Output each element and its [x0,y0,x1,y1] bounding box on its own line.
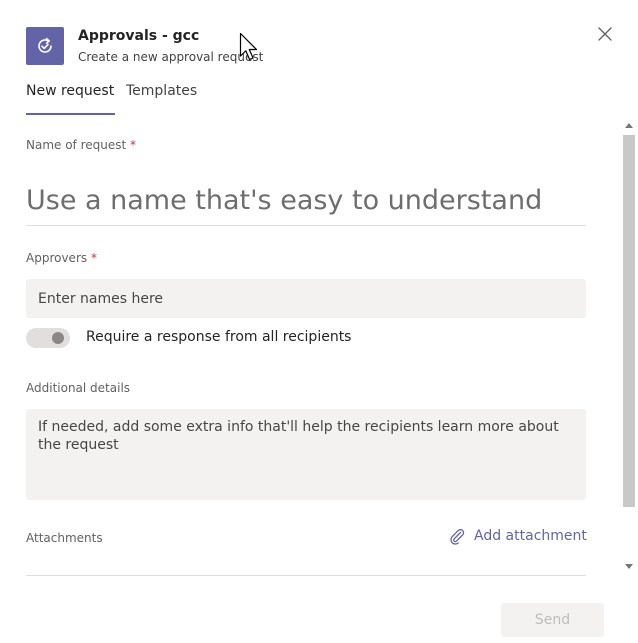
attachments-divider [26,575,586,576]
details-label: Additional details [26,381,131,395]
scroll-up-arrow[interactable] [621,118,637,132]
close-button[interactable] [595,24,615,44]
app-subtitle: Create a new approval request [78,50,264,64]
additional-details-input[interactable] [26,409,586,500]
required-mark: * [90,251,97,265]
mouse-cursor-icon [239,32,258,61]
close-icon [598,27,612,41]
approvers-label-text: Approvers [26,251,88,265]
request-name-input[interactable] [26,176,586,226]
send-button[interactable]: Send [501,603,604,637]
attachments-label: Attachments [26,531,103,545]
approvals-icon [26,27,64,65]
approvals-dialog: Approvals - gcc Create a new approval re… [0,0,638,643]
caret-up-icon [625,123,633,128]
scroll-down-arrow[interactable] [621,560,637,574]
name-label-text: Name of request [26,138,127,152]
paperclip-icon [450,529,465,545]
approvers-input[interactable] [26,279,586,318]
require-all-toggle[interactable] [26,328,70,348]
scroll-thumb[interactable] [623,135,635,507]
caret-down-icon [625,564,633,569]
app-title: Approvals - gcc [78,28,200,44]
add-attachment-label: Add attachment [474,528,587,544]
required-mark: * [130,138,137,152]
add-attachment-button[interactable]: Add attachment [448,527,587,545]
approvers-label: Approvers * [26,251,97,265]
active-tab-indicator [26,113,115,115]
toggle-knob [52,332,64,344]
name-label: Name of request * [26,138,136,152]
form-scroll-area: Name of request * Approvers * Require a … [0,118,620,576]
tab-templates[interactable]: Templates [126,83,197,99]
require-all-label: Require a response from all recipients [86,329,352,345]
vertical-scrollbar[interactable] [621,118,637,576]
tab-new-request[interactable]: New request [26,83,114,99]
